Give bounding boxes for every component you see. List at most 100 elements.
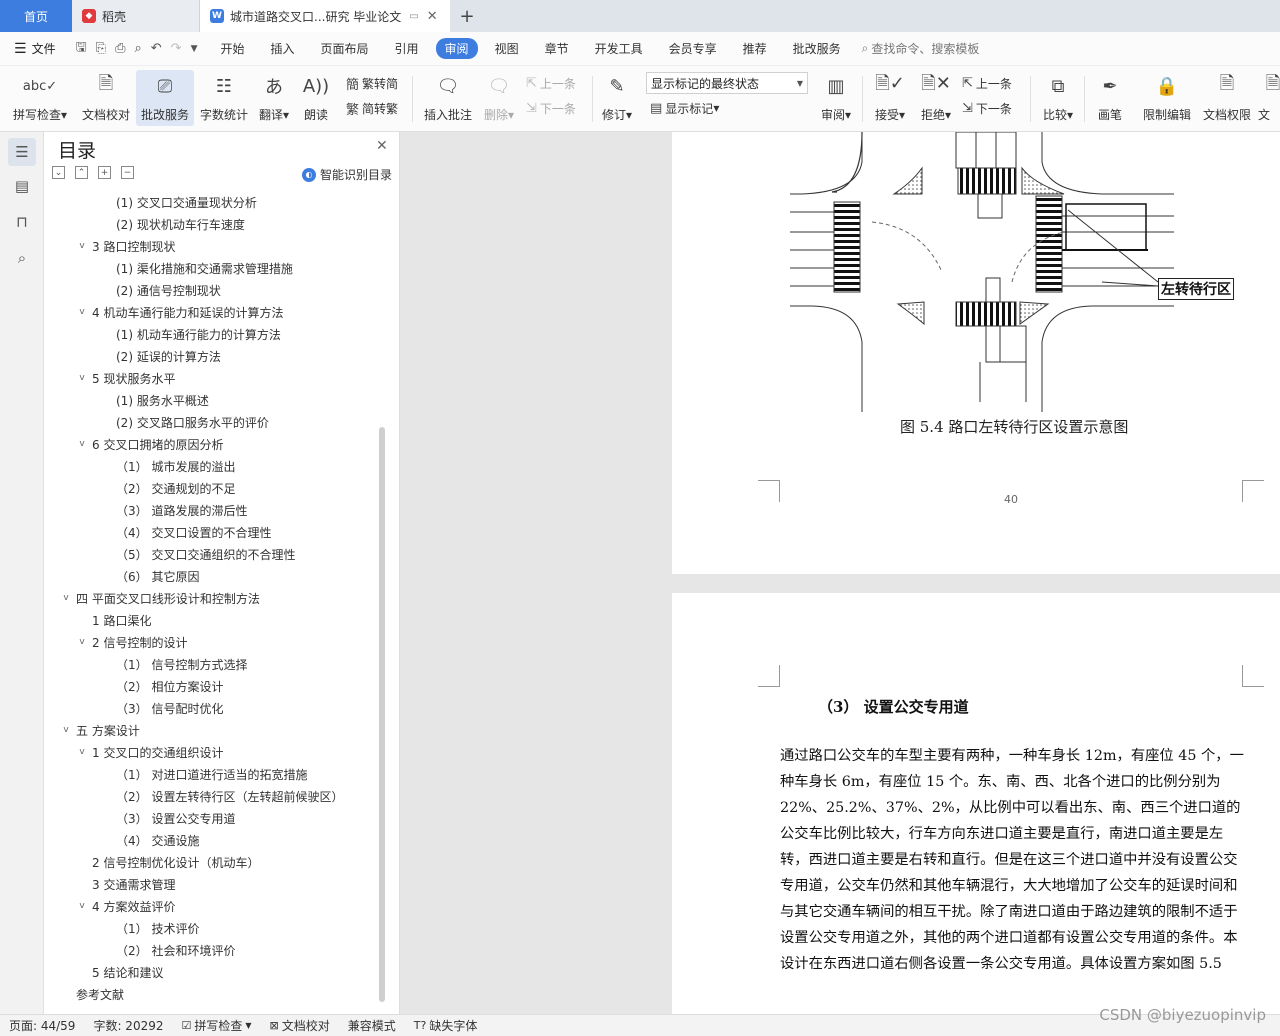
markup-state-select[interactable]: 显示标记的最终状态 ▼ <box>646 72 808 94</box>
spellcheck-status[interactable]: ☑ 拼写检查 ▼ <box>173 1017 261 1034</box>
spellcheck-button[interactable]: abc✓ 拼写检查▾ <box>8 70 72 126</box>
export-pdf-icon[interactable]: ⎘ <box>96 41 106 56</box>
monitor-icon[interactable]: ▭ <box>409 11 418 22</box>
toc-item[interactable]: v 1 交叉口的交通组织设计 <box>76 742 223 762</box>
toc-item[interactable]: (1) 服务水平概述 <box>100 390 209 410</box>
toc-item[interactable]: （1） 城市发展的溢出 <box>100 456 235 476</box>
toc-item[interactable]: (2) 通信号控制现状 <box>100 280 221 300</box>
toc-item[interactable]: (2) 交叉路口服务水平的评价 <box>100 412 269 432</box>
track-changes-button[interactable]: ✎ 修订▾ <box>598 70 636 126</box>
toc-item[interactable]: v 4 方案效益评价 <box>76 896 175 916</box>
menu-tab[interactable]: 批改服务 <box>784 38 850 59</box>
chevron-down-icon[interactable]: v <box>76 373 88 383</box>
ink-button[interactable]: ✒ 画笔 <box>1090 70 1130 126</box>
undo-icon[interactable]: ↶ <box>151 41 162 56</box>
toc-item[interactable]: (2) 现状机动车行车速度 <box>100 214 245 234</box>
page-indicator[interactable]: 页面: 44/59 <box>0 1017 84 1034</box>
translate-button[interactable]: あ翻译▾ <box>254 70 294 126</box>
collapse-all-icon[interactable]: ⌃ <box>75 166 88 179</box>
accept-button[interactable]: 🗎✓ 接受▾ <box>868 70 912 126</box>
next-comment-button[interactable]: ⇲ 下一条 <box>526 97 576 119</box>
reject-button[interactable]: 🗎✕ 拒绝▾ <box>914 70 958 126</box>
menu-tab[interactable]: 页面布局 <box>312 38 378 59</box>
chevron-down-icon[interactable]: v <box>76 637 88 647</box>
chevron-down-icon[interactable]: v <box>76 439 88 449</box>
toc-item[interactable]: （2） 交通规划的不足 <box>100 478 235 498</box>
toc-item[interactable]: 2 信号控制优化设计（机动车） <box>76 852 259 872</box>
print-icon[interactable]: ⎙ <box>115 41 125 56</box>
toc-item[interactable]: v 五 方案设计 <box>60 720 140 740</box>
review-pane-button[interactable]: ▥ 审阅▾ <box>814 70 858 126</box>
toc-item[interactable]: 1 路口渠化 <box>76 610 151 630</box>
toc-item[interactable]: （5） 交叉口交通组织的不合理性 <box>100 544 295 564</box>
toc-item[interactable]: 3 交通需求管理 <box>76 874 175 894</box>
toc-item[interactable]: v 6 交叉口拥堵的原因分析 <box>76 434 223 454</box>
toc-item[interactable]: v 4 机动车通行能力和延误的计算方法 <box>76 302 283 322</box>
toc-item[interactable]: 5 结论和建议 <box>76 962 163 982</box>
chapter-icon[interactable]: ▤ <box>8 172 36 200</box>
toc-item[interactable]: （2） 相位方案设计 <box>100 676 223 696</box>
chevron-down-icon[interactable]: v <box>60 593 72 603</box>
toc-item[interactable]: （1） 信号控制方式选择 <box>100 654 247 674</box>
save-icon[interactable]: 🖫 <box>76 38 87 60</box>
grading-service-button[interactable]: ⎚ 批改服务 <box>136 70 194 126</box>
toc-item[interactable]: v 3 路口控制现状 <box>76 236 175 256</box>
search-icon[interactable]: ⌕ <box>8 244 36 272</box>
insert-comment-button[interactable]: 🗨 插入批注 <box>420 70 476 126</box>
body-paragraph[interactable]: 通过路口公交车的车型主要有两种，一种车身长 12m，有座位 45 个，一种车身长… <box>780 743 1244 977</box>
restrict-edit-button[interactable]: 🔒 限制编辑 <box>1138 70 1196 126</box>
prev-change-button[interactable]: ⇱ 上一条 <box>962 72 1012 94</box>
doc-proof-button[interactable]: 🗎 文档校对 <box>78 70 134 126</box>
toc-item[interactable]: （2） 设置左转待行区（左转超前候驶区） <box>100 786 343 806</box>
toc-item[interactable]: (1) 交叉口交通量现状分析 <box>100 192 257 212</box>
word-count-button[interactable]: ☷ 字数统计 <box>196 70 252 126</box>
expand-all-icon[interactable]: ⌄ <box>52 166 65 179</box>
toc-item[interactable]: （3） 道路发展的滞后性 <box>100 500 247 520</box>
toc-scrollbar[interactable] <box>379 427 385 1002</box>
show-markup-button[interactable]: ▤ 显示标记 ▾ <box>650 97 719 119</box>
close-icon[interactable]: ✕ <box>376 138 388 154</box>
toc-item[interactable]: (1) 机动车通行能力的计算方法 <box>100 324 281 344</box>
command-search[interactable]: ⌕ 查找命令、搜索模板 <box>862 40 980 57</box>
chevron-down-icon[interactable]: v <box>76 307 88 317</box>
toc-item[interactable]: （6） 其它原因 <box>100 566 199 586</box>
compare-button[interactable]: ⧉ 比较▾ <box>1036 70 1080 126</box>
bookmark-icon[interactable]: ⊓ <box>8 208 36 236</box>
toc-item[interactable]: v 5 现状服务水平 <box>76 368 175 388</box>
chevron-down-icon[interactable]: v <box>76 747 88 757</box>
toc-item[interactable]: （1） 技术评价 <box>100 918 199 938</box>
menu-tab[interactable]: 推荐 <box>734 38 776 59</box>
tab-document[interactable]: W 城市道路交叉口...研究 毕业论文 ▭ ✕ <box>200 0 450 32</box>
menu-tab[interactable]: 引用 <box>386 38 428 59</box>
toc-item[interactable]: （4） 交叉口设置的不合理性 <box>100 522 271 542</box>
chevron-down-icon[interactable]: ▼ <box>191 44 198 54</box>
chevron-down-icon[interactable]: v <box>76 901 88 911</box>
doc-permission-button[interactable]: 🗎 文档权限 <box>1198 70 1256 126</box>
toc-item[interactable]: (1) 渠化措施和交通需求管理措施 <box>100 258 293 278</box>
menu-tab[interactable]: 章节 <box>536 38 578 59</box>
redo-icon[interactable]: ↷ <box>171 41 182 56</box>
toc-icon[interactable]: ☰ <box>8 138 36 166</box>
smart-toc-button[interactable]: ◐ 智能识别目录 <box>302 166 392 183</box>
doc-more-button[interactable]: 🗎 文 <box>1258 70 1280 126</box>
toc-item[interactable]: （3） 设置公交专用道 <box>100 808 235 828</box>
toc-item[interactable]: （1） 对进口道进行适当的拓宽措施 <box>100 764 307 784</box>
toc-item[interactable]: 参考文献 <box>60 984 124 1004</box>
toc-item[interactable]: （4） 交通设施 <box>100 830 199 850</box>
chevron-down-icon[interactable]: v <box>76 241 88 251</box>
file-menu[interactable]: ☰ 文件 <box>0 40 66 57</box>
menu-tab[interactable]: 开始 <box>211 38 253 59</box>
delete-comment-button[interactable]: 🗨 删除▾ <box>480 70 518 126</box>
new-tab-button[interactable]: + <box>450 0 484 32</box>
doc-proof-status[interactable]: ⊠ 文档校对 <box>261 1017 339 1034</box>
word-count-indicator[interactable]: 字数: 20292 <box>84 1017 172 1034</box>
toc-item[interactable]: （2） 社会和环境评价 <box>100 940 235 960</box>
print-preview-icon[interactable]: ⌕ <box>134 41 141 56</box>
collapse-level-icon[interactable]: − <box>121 166 134 179</box>
menu-tab[interactable]: 插入 <box>262 38 304 59</box>
chevron-down-icon[interactable]: v <box>60 725 72 735</box>
toc-item[interactable]: v 2 信号控制的设计 <box>76 632 187 652</box>
close-icon[interactable]: ✕ <box>427 9 438 24</box>
toc-item[interactable]: （3） 信号配时优化 <box>100 698 223 718</box>
missing-font-status[interactable]: T? 缺失字体 <box>405 1017 487 1034</box>
